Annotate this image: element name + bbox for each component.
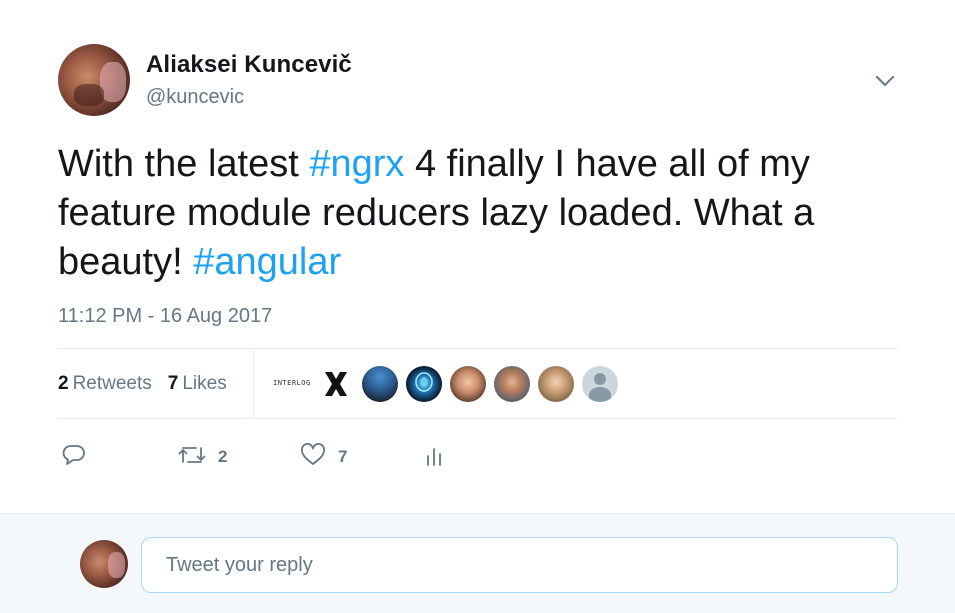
analytics-icon [424, 443, 444, 472]
tweet-text: With the latest #ngrx 4 finally I have a… [58, 140, 908, 287]
photo-avatar-face[interactable] [538, 366, 574, 402]
hashtag-link-ngrx[interactable]: #ngrx [309, 143, 404, 185]
default-user-avatar[interactable] [582, 366, 618, 402]
like-button[interactable]: 7 [300, 440, 347, 474]
retweets-stat[interactable]: 2 Retweets [58, 373, 152, 395]
photo-avatar-face[interactable] [494, 366, 530, 402]
retweets-count: 2 [58, 372, 69, 394]
hashtag-link-angular[interactable]: #angular [193, 241, 341, 283]
heart-icon [300, 442, 326, 472]
avatar-photo-detail [108, 552, 125, 578]
interlogic-logo-avatar[interactable]: INTERLOGIC [270, 366, 310, 402]
chevron-down-icon[interactable] [874, 72, 896, 90]
tweet-stats: 2 Retweets 7 Likes [58, 349, 243, 418]
author-name[interactable]: Aliaksei Kuncevič [146, 51, 352, 79]
author-handle[interactable]: @kuncevic [146, 86, 244, 109]
retweet-icon [178, 443, 206, 472]
likes-count: 7 [167, 372, 179, 394]
reply-icon [62, 443, 86, 472]
reply-input[interactable] [141, 537, 898, 593]
retweet-count: 2 [218, 447, 228, 466]
brain-glow-avatar[interactable] [406, 366, 442, 402]
stats-separator [253, 349, 254, 418]
tweet-card: Aliaksei Kuncevič @kuncevic With the lat… [0, 0, 955, 513]
tweet-text-part: With the latest [58, 143, 310, 185]
user-silhouette-head [594, 373, 606, 385]
tweet-timestamp[interactable]: 11:12 PM - 16 Aug 2017 [58, 305, 272, 328]
author-avatar[interactable] [58, 44, 130, 116]
retweets-label: Retweets [72, 372, 152, 394]
avatar-photo-detail [74, 84, 104, 106]
likes-label: Likes [182, 372, 227, 394]
current-user-avatar[interactable] [80, 540, 128, 588]
like-count: 7 [338, 447, 348, 466]
likes-stat[interactable]: 7 Likes [168, 373, 227, 395]
photo-avatar-blue[interactable] [362, 366, 398, 402]
divider [58, 418, 898, 419]
reply-bar [0, 513, 955, 613]
reply-button[interactable] [62, 440, 86, 474]
x-logo-avatar[interactable] [318, 366, 354, 402]
photo-avatar-face[interactable] [450, 366, 486, 402]
tweet-actions: 2 7 [58, 440, 898, 474]
retweet-button[interactable]: 2 [178, 440, 227, 474]
analytics-button[interactable] [424, 440, 444, 474]
interlogic-logo-text: INTERLOGIC [273, 379, 310, 387]
liker-avatars: INTERLOGIC [270, 366, 626, 402]
user-silhouette-body [589, 387, 611, 402]
